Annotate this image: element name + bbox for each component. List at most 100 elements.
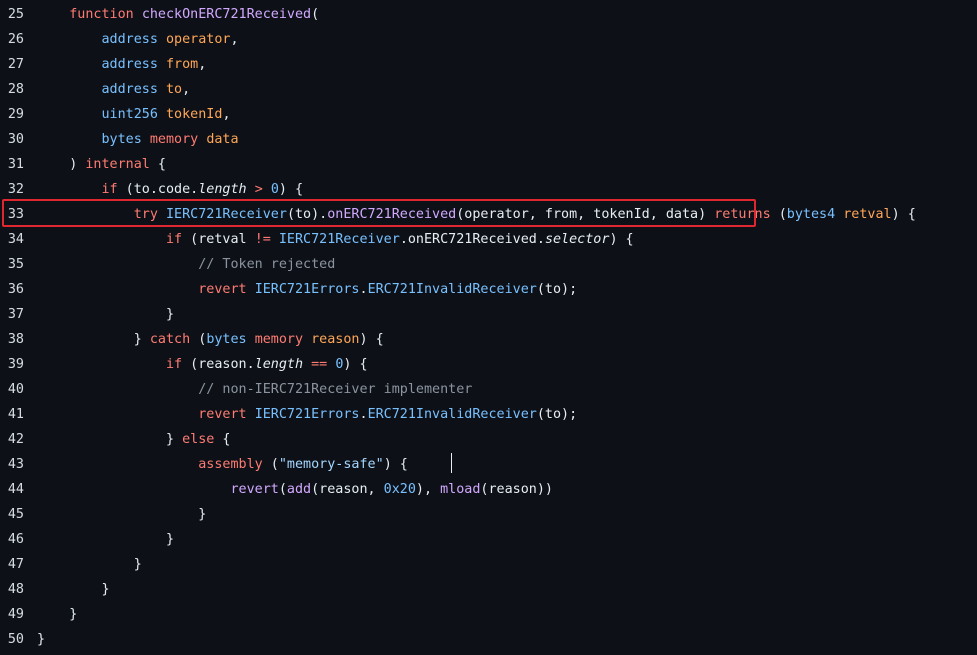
code-token: memory — [254, 332, 304, 347]
line-code: try IERC721Receiver(to).onERC721Received… — [37, 202, 916, 227]
line-number[interactable]: 48 — [0, 577, 24, 602]
line-number[interactable]: 50 — [0, 627, 24, 652]
line-code: revert IERC721Errors.ERC721InvalidReceiv… — [37, 402, 577, 427]
code-line[interactable]: 26 address operator, — [0, 27, 977, 52]
line-number[interactable]: 34 — [0, 227, 24, 252]
code-line[interactable]: 50} — [0, 627, 977, 652]
line-number[interactable]: 47 — [0, 552, 24, 577]
line-number[interactable]: 30 — [0, 127, 24, 152]
line-code: } — [37, 527, 174, 552]
code-line[interactable]: 39 if (reason.length == 0) { — [0, 352, 977, 377]
code-token: reason — [311, 332, 360, 347]
line-number[interactable]: 40 — [0, 377, 24, 402]
code-line[interactable]: 37 } — [0, 302, 977, 327]
code-line[interactable]: 32 if (to.code.length > 0) { — [0, 177, 977, 202]
code-token: mload — [440, 482, 481, 497]
code-token: (to); — [536, 407, 578, 422]
code-token: length — [198, 182, 247, 197]
code-token: data — [206, 132, 239, 147]
code-token: , — [222, 107, 231, 122]
line-code: } — [37, 552, 142, 577]
line-number[interactable]: 41 — [0, 402, 24, 427]
code-token: (reason, — [311, 482, 384, 497]
line-code: } else { — [37, 427, 231, 452]
line-number[interactable]: 35 — [0, 252, 24, 277]
line-number[interactable]: 46 — [0, 527, 24, 552]
code-line[interactable]: 35 // Token rejected — [0, 252, 977, 277]
code-line[interactable]: 29 uint256 tokenId, — [0, 102, 977, 127]
code-editor[interactable]: 25 function checkOnERC721Received(26 add… — [0, 0, 977, 655]
code-line[interactable]: 46 } — [0, 527, 977, 552]
code-token: , — [230, 32, 239, 47]
line-number[interactable]: 25 — [0, 2, 24, 27]
line-number[interactable]: 28 — [0, 77, 24, 102]
line-number[interactable]: 43 — [0, 452, 24, 477]
code-token: // Token rejected — [198, 257, 336, 272]
code-token: (to.code. — [117, 182, 199, 197]
code-token: } — [37, 307, 175, 322]
line-number[interactable]: 27 — [0, 52, 24, 77]
line-code: } — [37, 577, 109, 602]
code-token: . — [359, 282, 368, 297]
line-number[interactable]: 37 — [0, 302, 24, 327]
code-token: "memory-safe" — [278, 457, 384, 472]
line-code: // Token rejected — [37, 252, 335, 277]
line-code: revert(add(reason, 0x20), mload(reason)) — [37, 477, 553, 502]
code-token: from — [166, 57, 199, 72]
code-token: revert — [230, 482, 279, 497]
code-token: if — [166, 232, 183, 247]
code-line[interactable]: 47 } — [0, 552, 977, 577]
line-number[interactable]: 39 — [0, 352, 24, 377]
line-code: } catch (bytes memory reason) { — [37, 327, 384, 352]
code-token: ( — [311, 7, 320, 22]
line-code: if (reason.length == 0) { — [37, 352, 368, 377]
code-line[interactable]: 31 ) internal { — [0, 152, 977, 177]
code-token: ) { — [359, 332, 384, 347]
code-token: operator — [166, 32, 231, 47]
code-line[interactable]: 42 } else { — [0, 427, 977, 452]
code-line[interactable]: 25 function checkOnERC721Received( — [0, 2, 977, 27]
line-code: revert IERC721Errors.ERC721InvalidReceiv… — [37, 277, 577, 302]
code-line[interactable]: 36 revert IERC721Errors.ERC721InvalidRec… — [0, 277, 977, 302]
code-token: ( — [770, 207, 787, 222]
line-number[interactable]: 31 — [0, 152, 24, 177]
code-line[interactable]: 48 } — [0, 577, 977, 602]
code-line[interactable]: 28 address to, — [0, 77, 977, 102]
code-token: (operator, from, tokenId, data) — [456, 207, 715, 222]
code-token: ), — [415, 482, 441, 497]
line-number[interactable]: 32 — [0, 177, 24, 202]
code-token: returns — [714, 207, 771, 222]
code-line[interactable]: 49 } — [0, 602, 977, 627]
line-number[interactable]: 44 — [0, 477, 24, 502]
code-line[interactable]: 27 address from, — [0, 52, 977, 77]
code-line[interactable]: 44 revert(add(reason, 0x20), mload(reaso… — [0, 477, 977, 502]
code-line[interactable]: 43 assembly ("memory-safe") { — [0, 452, 977, 477]
code-line[interactable]: 45 } — [0, 502, 977, 527]
code-line[interactable]: 30 bytes memory data — [0, 127, 977, 152]
code-line[interactable]: 33 try IERC721Receiver(to).onERC721Recei… — [0, 202, 977, 227]
line-number[interactable]: 42 — [0, 427, 24, 452]
line-number[interactable]: 45 — [0, 502, 24, 527]
code-line[interactable]: 41 revert IERC721Errors.ERC721InvalidRec… — [0, 402, 977, 427]
code-token: > — [254, 182, 263, 197]
line-number[interactable]: 26 — [0, 27, 24, 52]
code-line[interactable]: 38 } catch (bytes memory reason) { — [0, 327, 977, 352]
code-line[interactable]: 34 if (retval != IERC721Receiver.onERC72… — [0, 227, 977, 252]
line-number[interactable]: 49 — [0, 602, 24, 627]
code-token: add — [286, 482, 312, 497]
line-number[interactable]: 29 — [0, 102, 24, 127]
line-number[interactable]: 33 — [0, 202, 24, 227]
line-number[interactable]: 38 — [0, 327, 24, 352]
line-number[interactable]: 36 — [0, 277, 24, 302]
code-line[interactable]: 40 // non-IERC721Receiver implementer — [0, 377, 977, 402]
